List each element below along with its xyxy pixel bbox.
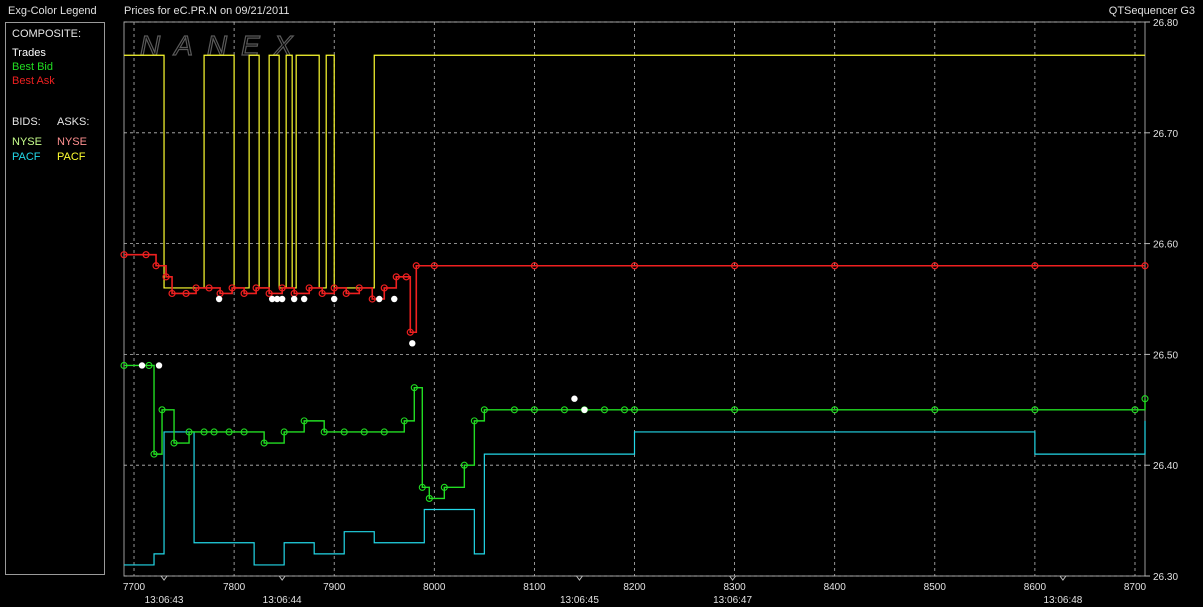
watermark: NANEX [140, 30, 306, 61]
x-tick-label: 8600 [1024, 582, 1047, 593]
trade-point [300, 295, 308, 303]
x-tick-label: 8100 [523, 582, 546, 593]
y-tick-label: 26.60 [1153, 240, 1178, 251]
x-tick-label: 8400 [824, 582, 847, 593]
x-tick-label: 8500 [924, 582, 947, 593]
trade-point [155, 362, 163, 369]
time-label: 13:06:48 [1043, 595, 1082, 606]
trade-point [215, 295, 223, 303]
time-label: 13:06:47 [713, 595, 752, 606]
y-tick-label: 26.30 [1153, 572, 1178, 583]
time-marker-icon [278, 575, 286, 581]
x-tick-label: 8200 [623, 582, 646, 593]
trade-point [290, 295, 298, 303]
trade-point [138, 362, 146, 369]
time-marker-icon [1059, 575, 1067, 581]
trade-point [278, 295, 286, 303]
time-label: 13:06:43 [145, 595, 184, 606]
x-tick-label: 7700 [123, 582, 146, 593]
trade-point [571, 395, 578, 402]
x-tick-label: 7800 [223, 582, 246, 593]
trade-point [409, 340, 416, 347]
time-label: 13:06:44 [263, 595, 302, 606]
y-tick-label: 26.50 [1153, 350, 1178, 361]
y-tick-label: 26.80 [1153, 18, 1178, 29]
y-tick-label: 26.40 [1153, 461, 1178, 472]
x-tick-label: 8700 [1124, 582, 1147, 593]
trade-point [581, 406, 588, 413]
x-tick-label: 8000 [423, 582, 446, 593]
time-marker-icon [729, 575, 736, 581]
trade-point [376, 295, 383, 303]
x-tick-label: 7900 [323, 582, 346, 593]
trade-point [391, 295, 398, 303]
y-tick-label: 26.70 [1153, 129, 1178, 140]
time-label: 13:06:45 [560, 595, 599, 606]
time-marker-icon [576, 575, 583, 581]
trade-point [331, 295, 338, 303]
price-chart: NANEX 7700 7800 7900 8000 8100 8200 8300 8400 85… [120, 18, 1178, 606]
time-marker-icon [160, 575, 168, 581]
x-tick-label: 8300 [723, 582, 746, 593]
